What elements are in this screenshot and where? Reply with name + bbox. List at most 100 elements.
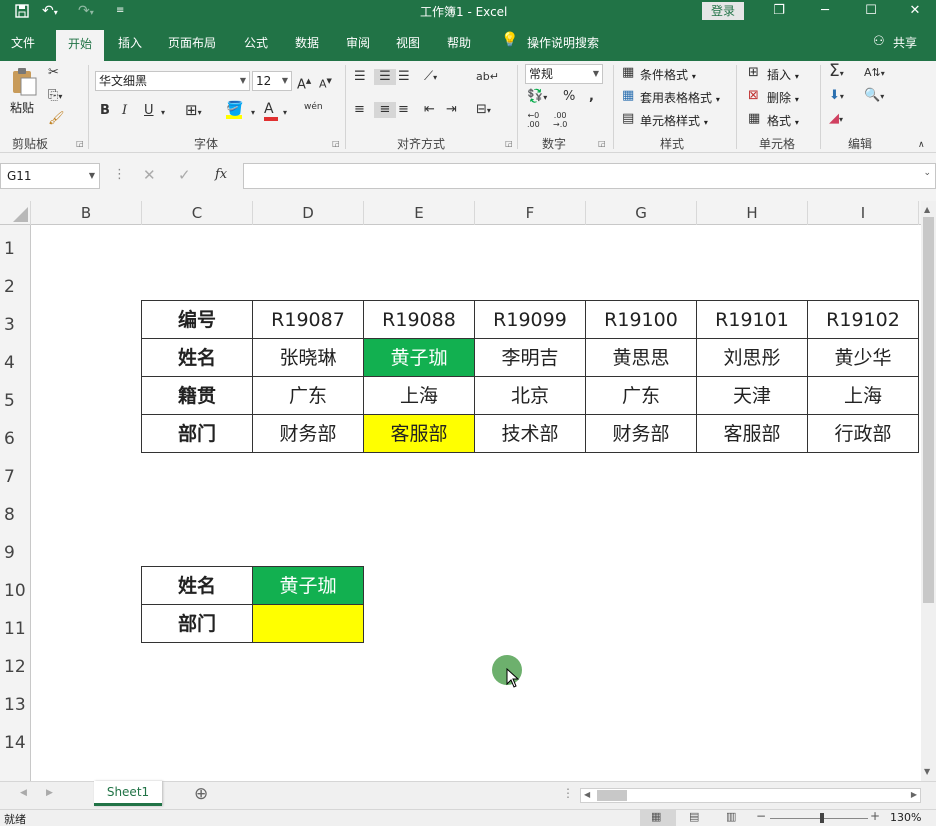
- comma-style-button[interactable]: ,: [589, 89, 594, 105]
- sheet-tab[interactable]: Sheet1: [94, 781, 162, 806]
- table-cell[interactable]: 上海: [364, 377, 475, 415]
- row-header[interactable]: 12: [0, 643, 31, 681]
- font-name-select[interactable]: 华文细黑 ▼: [95, 71, 250, 91]
- italic-button[interactable]: I: [122, 103, 127, 119]
- table-cell[interactable]: 李明吉: [475, 339, 586, 377]
- table-cell[interactable]: 姓名: [142, 339, 253, 377]
- scroll-up-icon[interactable]: ▲: [924, 205, 930, 214]
- increase-font-icon[interactable]: A▲: [297, 73, 311, 93]
- number-launcher-icon[interactable]: ◲: [598, 139, 606, 148]
- table-cell[interactable]: 天津: [697, 377, 808, 415]
- highlighted-cell[interactable]: 客服部: [364, 415, 475, 453]
- login-button[interactable]: 登录: [702, 2, 744, 20]
- lookup-input-cell[interactable]: 黄子珈: [253, 567, 364, 605]
- table-cell[interactable]: 财务部: [586, 415, 697, 453]
- row-header[interactable]: 8: [0, 491, 31, 529]
- scroll-thumb[interactable]: [597, 790, 627, 801]
- decrease-decimal-icon[interactable]: .00 →.0: [553, 111, 567, 129]
- share-button[interactable]: 共享: [893, 34, 917, 51]
- clear-icon[interactable]: ◢▾: [829, 111, 843, 128]
- minimize-button[interactable]: ─: [802, 0, 848, 22]
- collapse-ribbon-icon[interactable]: ∧: [918, 137, 925, 153]
- underline-dropdown-icon[interactable]: ▾: [161, 105, 165, 121]
- align-right-icon[interactable]: ≡: [398, 102, 409, 118]
- row-header[interactable]: 9: [0, 529, 31, 567]
- font-size-select[interactable]: 12 ▼: [252, 71, 292, 91]
- enter-icon[interactable]: ✓: [178, 167, 191, 183]
- fill-icon[interactable]: ⬇▾: [829, 88, 844, 105]
- table-cell[interactable]: 客服部: [697, 415, 808, 453]
- conditional-format-icon[interactable]: ▦: [622, 65, 634, 81]
- zoom-slider[interactable]: [770, 818, 868, 819]
- table-cell[interactable]: R19102: [808, 301, 919, 339]
- font-launcher-icon[interactable]: ◲: [332, 139, 340, 148]
- column-header[interactable]: E: [364, 201, 475, 225]
- table-cell[interactable]: R19087: [253, 301, 364, 339]
- zoom-in-button[interactable]: +: [870, 809, 880, 823]
- delete-cells-icon[interactable]: ⊠: [748, 88, 759, 104]
- column-header[interactable]: G: [586, 201, 697, 225]
- fill-color-icon[interactable]: 🪣: [226, 101, 243, 119]
- add-sheet-button[interactable]: ⊕: [194, 784, 208, 804]
- table-cell[interactable]: R19099: [475, 301, 586, 339]
- save-icon[interactable]: [14, 3, 30, 23]
- cell-styles-icon[interactable]: ▤: [622, 111, 634, 127]
- accounting-format-icon[interactable]: 💱▾: [527, 89, 547, 106]
- table-cell[interactable]: 姓名: [142, 567, 253, 605]
- decrease-font-icon[interactable]: A▼: [319, 73, 332, 93]
- align-middle-icon[interactable]: ☰: [374, 69, 396, 85]
- clipboard-launcher-icon[interactable]: ◲: [76, 139, 84, 148]
- zoom-level[interactable]: 130%: [890, 811, 921, 824]
- cell-styles-button[interactable]: 单元格样式 ▾: [640, 112, 708, 129]
- row-header[interactable]: 1: [0, 225, 31, 263]
- formula-input[interactable]: ⌄: [243, 163, 936, 189]
- tab-review[interactable]: 审阅: [346, 34, 370, 51]
- table-cell[interactable]: 黄少华: [808, 339, 919, 377]
- table-cell[interactable]: 部门: [142, 415, 253, 453]
- format-cells-button[interactable]: 格式 ▾: [767, 112, 799, 129]
- table-cell[interactable]: 黄思思: [586, 339, 697, 377]
- paste-icon[interactable]: [10, 67, 38, 97]
- tab-insert[interactable]: 插入: [118, 34, 142, 51]
- font-color-dropdown-icon[interactable]: ▾: [283, 105, 287, 121]
- table-cell[interactable]: 上海: [808, 377, 919, 415]
- column-header[interactable]: D: [253, 201, 364, 225]
- table-cell[interactable]: 广东: [253, 377, 364, 415]
- maximize-button[interactable]: ☐: [848, 0, 894, 22]
- orientation-icon[interactable]: ⟋▾: [424, 69, 437, 86]
- sort-filter-icon[interactable]: A⇅▾: [864, 65, 885, 82]
- row-header[interactable]: 2: [0, 263, 31, 301]
- table-cell[interactable]: 部门: [142, 605, 253, 643]
- column-header[interactable]: I: [808, 201, 919, 225]
- next-sheet-icon[interactable]: ▶: [46, 788, 53, 798]
- scroll-right-icon[interactable]: ▶: [911, 790, 917, 799]
- table-cell[interactable]: 刘思彤: [697, 339, 808, 377]
- copy-icon[interactable]: ⎘▾: [48, 88, 62, 105]
- customize-qat-icon[interactable]: ≡: [116, 3, 124, 19]
- table-cell[interactable]: 籍贯: [142, 377, 253, 415]
- ribbon-display-icon[interactable]: ❐: [756, 0, 802, 22]
- row-header[interactable]: 10: [0, 567, 31, 605]
- table-cell[interactable]: 财务部: [253, 415, 364, 453]
- font-color-icon[interactable]: A: [264, 101, 278, 121]
- row-header[interactable]: 5: [0, 377, 31, 415]
- tab-formulas[interactable]: 公式: [244, 34, 268, 51]
- tab-page-layout[interactable]: 页面布局: [168, 34, 216, 51]
- table-cell[interactable]: 技术部: [475, 415, 586, 453]
- row-header[interactable]: 13: [0, 681, 31, 719]
- column-header[interactable]: C: [142, 201, 253, 225]
- highlighted-cell[interactable]: 黄子珈: [364, 339, 475, 377]
- name-box[interactable]: G11 ▼: [0, 163, 100, 189]
- table-cell[interactable]: R19101: [697, 301, 808, 339]
- increase-indent-icon[interactable]: ⇥: [446, 102, 457, 118]
- table-cell[interactable]: 北京: [475, 377, 586, 415]
- horizontal-scrollbar[interactable]: ◀ ▶: [580, 788, 921, 803]
- table-cell[interactable]: R19088: [364, 301, 475, 339]
- alignment-launcher-icon[interactable]: ◲: [505, 139, 513, 148]
- phonetic-icon[interactable]: wén: [304, 99, 323, 115]
- scroll-left-icon[interactable]: ◀: [584, 790, 590, 799]
- row-header[interactable]: 6: [0, 415, 31, 453]
- page-layout-icon[interactable]: ▤: [689, 810, 699, 823]
- zoom-out-button[interactable]: −: [756, 809, 766, 823]
- merge-center-icon[interactable]: ⊟▾: [476, 102, 491, 119]
